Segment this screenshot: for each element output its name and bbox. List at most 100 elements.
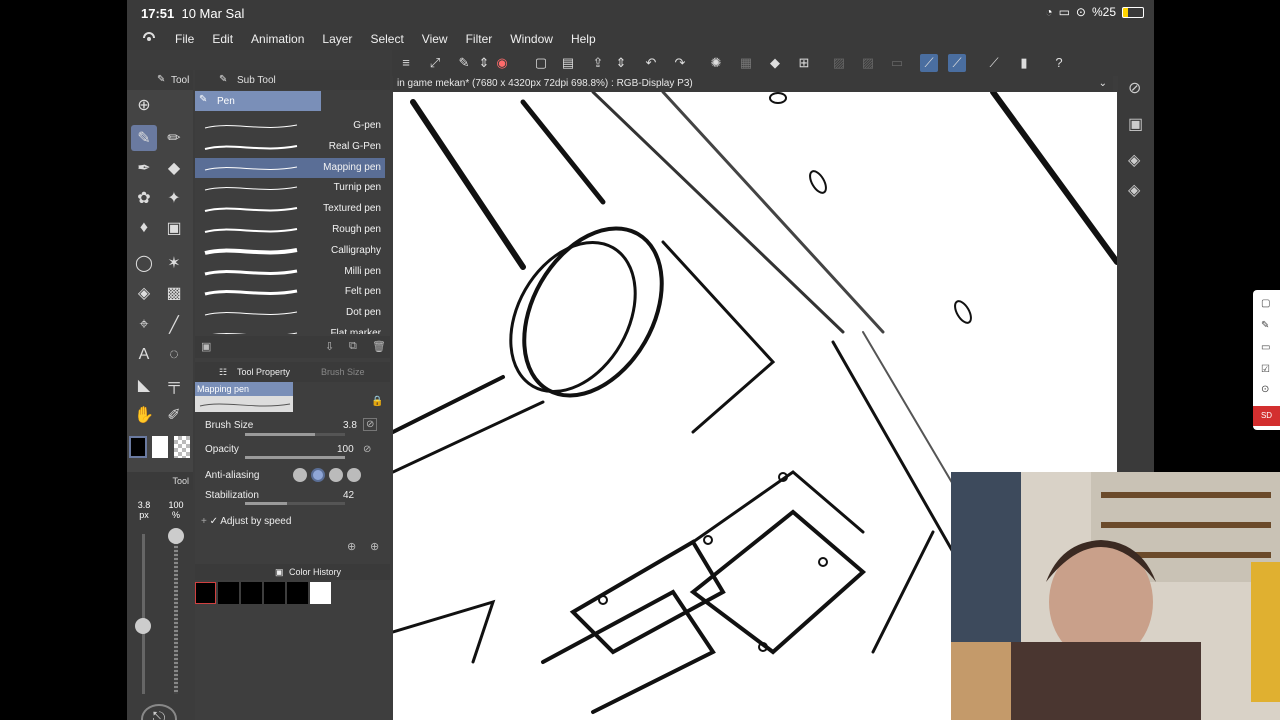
record-icon[interactable]: ◉ bbox=[493, 54, 511, 72]
mini-opacity-slider[interactable] bbox=[174, 534, 178, 694]
lasso-tool-icon[interactable]: ◯ bbox=[131, 250, 157, 276]
ruler-tool-icon[interactable]: ╤ bbox=[161, 372, 187, 398]
new-file-icon[interactable]: ▢ bbox=[532, 54, 550, 72]
history-swatch[interactable] bbox=[264, 582, 285, 604]
brush-item[interactable]: Felt pen bbox=[195, 282, 385, 302]
zoom-property-icon[interactable]: ⊕ bbox=[370, 540, 379, 553]
edge-check-icon[interactable]: ☑ bbox=[1261, 364, 1270, 375]
menu-item-layer[interactable]: Layer bbox=[322, 32, 352, 46]
stabilization-slider[interactable] bbox=[245, 502, 345, 505]
edge-window-icon[interactable]: ▭ bbox=[1261, 342, 1270, 353]
clip-studio-logo-icon[interactable] bbox=[141, 30, 157, 46]
layer-property-icon[interactable]: ◈ bbox=[1128, 150, 1140, 170]
brush-item[interactable]: Dot pen bbox=[195, 303, 385, 323]
color-history-tab[interactable]: Color History bbox=[289, 567, 341, 577]
text-tool-icon[interactable]: A bbox=[131, 342, 157, 368]
fill-icon[interactable]: ◆ bbox=[766, 54, 784, 72]
save-icon[interactable]: ⇪ bbox=[589, 54, 607, 72]
line-tool-icon[interactable]: ╱ bbox=[161, 312, 187, 338]
curve-snap-icon[interactable]: ⟋ bbox=[948, 54, 966, 72]
aa-weak-icon[interactable] bbox=[311, 468, 325, 482]
pencil-tool-icon[interactable]: ✏ bbox=[161, 125, 187, 151]
mini-size-knob[interactable] bbox=[135, 618, 151, 634]
brush-tool-icon[interactable]: ✒ bbox=[131, 155, 157, 181]
mini-tool-tab[interactable]: Tool bbox=[127, 472, 193, 490]
edge-page-icon[interactable]: ▢ bbox=[1261, 298, 1270, 309]
aa-none-icon[interactable] bbox=[293, 468, 307, 482]
brush-item[interactable]: Mapping pen bbox=[195, 157, 385, 178]
menu-item-file[interactable]: File bbox=[175, 32, 194, 46]
correct-line-tool-icon[interactable]: ◣ bbox=[131, 372, 157, 398]
brush-size-row[interactable]: Brush Size 3.8 ⊘ bbox=[205, 418, 385, 431]
sub-tool-settings-icon[interactable]: ▣ bbox=[201, 340, 211, 353]
decoration-tool-icon[interactable]: ✿ bbox=[131, 185, 157, 211]
transform-icon[interactable]: ⊞ bbox=[795, 54, 813, 72]
stabilization-row[interactable]: Stabilization 42 bbox=[205, 490, 385, 501]
phone-icon[interactable]: ▮ bbox=[1015, 54, 1033, 72]
menu-item-select[interactable]: Select bbox=[370, 32, 403, 46]
menu-icon[interactable]: ≡ bbox=[397, 54, 415, 72]
sub-tool-group-pen[interactable]: ✎ Pen bbox=[195, 91, 321, 111]
brush-item[interactable]: Turnip pen bbox=[195, 178, 385, 198]
edge-sd-badge[interactable]: SD bbox=[1253, 406, 1280, 426]
aa-strong-icon[interactable] bbox=[347, 468, 361, 482]
save-property-icon[interactable]: ⊕ bbox=[347, 540, 356, 553]
brush-item[interactable]: Calligraphy bbox=[195, 241, 385, 261]
invert-icon[interactable]: ▭ bbox=[888, 54, 906, 72]
history-swatch[interactable] bbox=[310, 582, 331, 604]
ruler-snap-icon[interactable]: ⟋ bbox=[920, 54, 938, 72]
chevron-down-icon[interactable]: ⌄ bbox=[1099, 76, 1107, 92]
brush-size-slider[interactable] bbox=[245, 433, 345, 436]
brush-item[interactable]: Rough pen bbox=[195, 220, 385, 240]
main-color-swatch[interactable] bbox=[129, 436, 147, 458]
eyedropper-tool-icon[interactable]: ✐ bbox=[161, 402, 187, 428]
opacity-slider[interactable] bbox=[245, 456, 345, 459]
modifier-key-icon[interactable]: ⎋ bbox=[141, 704, 177, 720]
adjust-checkbox[interactable]: ✓ bbox=[210, 516, 218, 527]
history-swatch[interactable] bbox=[241, 582, 262, 604]
brush-item[interactable]: Textured pen bbox=[195, 199, 385, 219]
opacity-row[interactable]: Opacity 100 ⊘ bbox=[205, 444, 385, 455]
sub-tool-tab-label[interactable]: Sub Tool bbox=[237, 75, 276, 86]
eraser-tool-icon[interactable]: ◆ bbox=[161, 155, 187, 181]
adjust-by-speed-row[interactable]: + ✓ Adjust by speed bbox=[201, 516, 381, 527]
fill-tool-icon[interactable]: ◈ bbox=[131, 280, 157, 306]
brush-settings-icon[interactable]: ✎ bbox=[455, 54, 473, 72]
menu-item-animation[interactable]: Animation bbox=[251, 32, 304, 46]
edge-record-icon[interactable]: ⊙ bbox=[1261, 384, 1269, 395]
lock-icon[interactable]: 🔒 bbox=[371, 396, 383, 407]
menu-item-view[interactable]: View bbox=[422, 32, 448, 46]
layers-icon[interactable]: ◈ bbox=[1128, 180, 1140, 200]
delete-icon[interactable]: 🗑 bbox=[372, 340, 386, 353]
save-updown-icon[interactable]: ⇕ bbox=[612, 54, 630, 72]
history-swatch[interactable] bbox=[195, 582, 216, 604]
help-icon[interactable]: ? bbox=[1050, 54, 1068, 72]
redo-icon[interactable]: ↷ bbox=[671, 54, 689, 72]
deselect-icon[interactable]: ▨ bbox=[830, 54, 848, 72]
edge-pen-icon[interactable]: ✎ bbox=[1261, 320, 1269, 331]
mini-opacity-knob[interactable] bbox=[168, 528, 184, 544]
move-down-icon[interactable]: ⊕ bbox=[131, 92, 157, 118]
brush-item[interactable]: G-pen bbox=[195, 116, 385, 136]
hand-tool-icon[interactable]: ✋ bbox=[131, 402, 157, 428]
clear-icon[interactable]: ▦ bbox=[737, 54, 755, 72]
balloon-tool-icon[interactable]: ◌ bbox=[161, 342, 187, 368]
sparkle-tool-icon[interactable]: ✦ bbox=[161, 185, 187, 211]
history-swatch[interactable] bbox=[218, 582, 239, 604]
tool-tab-label[interactable]: Tool bbox=[171, 75, 189, 86]
crop-icon[interactable]: ▨ bbox=[859, 54, 877, 72]
menu-item-edit[interactable]: Edit bbox=[212, 32, 233, 46]
pen-tool-icon[interactable]: ✎ bbox=[131, 125, 157, 151]
brush-item[interactable]: Real G-Pen bbox=[195, 137, 385, 157]
brush-size-tab[interactable]: Brush Size bbox=[321, 367, 365, 377]
aa-medium-icon[interactable] bbox=[329, 468, 343, 482]
open-file-icon[interactable]: ▤ bbox=[559, 54, 577, 72]
history-swatch[interactable] bbox=[287, 582, 308, 604]
anti-aliasing-row[interactable]: Anti-aliasing bbox=[205, 468, 385, 482]
duplicate-icon[interactable]: ⧉ bbox=[349, 340, 357, 353]
import-icon[interactable]: ⇩ bbox=[325, 340, 334, 353]
loading-icon[interactable]: ✺ bbox=[707, 54, 725, 72]
magic-wand-tool-icon[interactable]: ✶ bbox=[161, 250, 187, 276]
undo-icon[interactable]: ↶ bbox=[642, 54, 660, 72]
menu-item-window[interactable]: Window bbox=[510, 32, 553, 46]
